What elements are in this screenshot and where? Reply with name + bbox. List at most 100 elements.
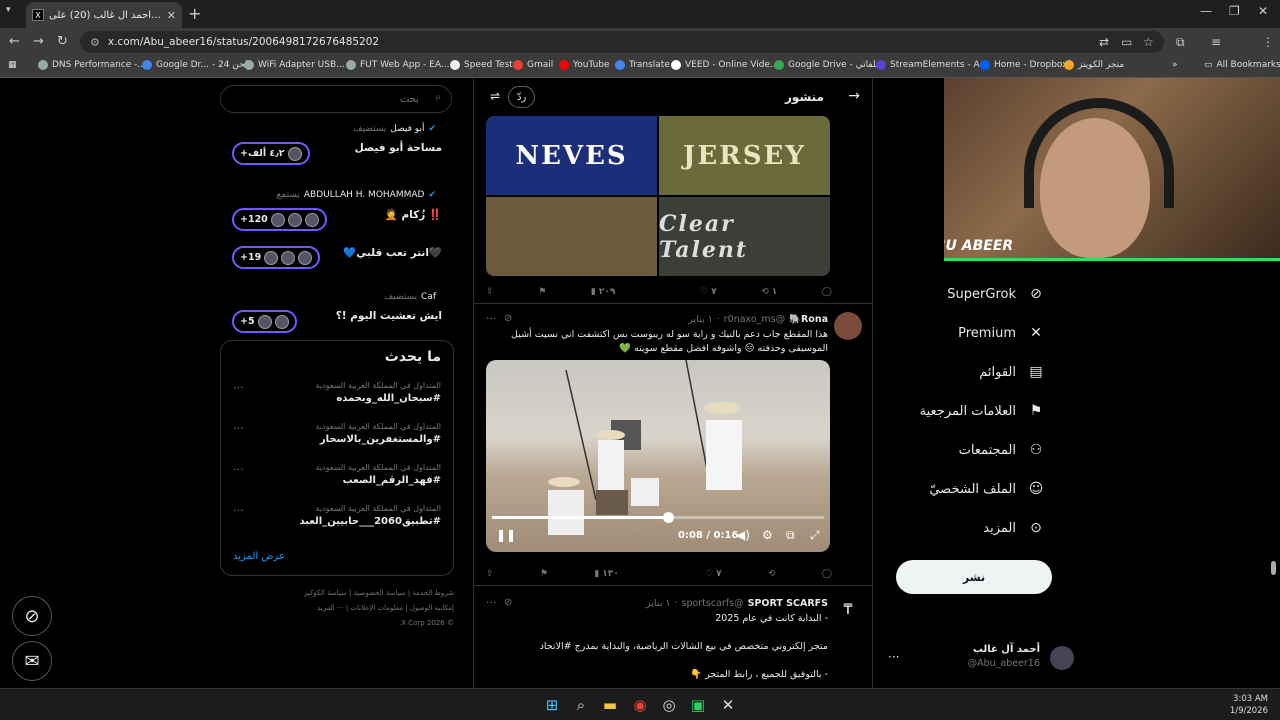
bookmark-item[interactable]: StreamElements - A... <box>876 60 988 70</box>
video-progress[interactable] <box>492 516 824 519</box>
avatar[interactable]: ₸ <box>834 596 862 624</box>
capcut-icon[interactable]: ✕ <box>718 695 738 715</box>
author-handle[interactable]: @sportscarfs <box>682 598 744 609</box>
share-icon[interactable]: ⇪ <box>486 569 494 579</box>
browser-menu-icon[interactable]: ⋮ <box>1262 35 1274 49</box>
video-scrubber[interactable] <box>662 512 674 523</box>
trend-item[interactable]: المتداول في المملكة العربية السعودية #فه… <box>221 463 453 503</box>
space-card[interactable]: ✔ أبو فيصل يستضيف مساحة أبو فيصل +٤٫٢ ألف <box>220 118 454 182</box>
more-icon[interactable]: ··· <box>233 422 244 435</box>
search-input[interactable] <box>229 91 419 107</box>
media-image[interactable]: JERSEY <box>659 116 830 195</box>
grok-icon[interactable]: ⊘ <box>504 313 512 324</box>
tab-close-icon[interactable]: ✕ <box>167 9 176 22</box>
nav-premium[interactable]: ✕ Premium <box>958 319 1046 347</box>
more-icon[interactable]: ··· <box>486 596 497 609</box>
nav-more[interactable]: ⊙ المزيد <box>983 514 1046 542</box>
nav-supergrok[interactable]: ⊘ SuperGrok <box>947 280 1046 308</box>
trend-item[interactable]: المتداول في المملكة العربية السعودية #سب… <box>221 381 453 421</box>
file-explorer-icon[interactable]: ▬ <box>600 695 620 715</box>
account-switcher[interactable]: أحمد آل غالب @Abu_abeer16 ··· <box>888 638 1074 678</box>
bookmark-icon[interactable]: ⚑ <box>538 287 546 297</box>
system-clock[interactable]: 3:03 AM 1/9/2026 <box>1230 693 1268 717</box>
bookmarks-overflow-icon[interactable]: » <box>1172 60 1178 70</box>
space-listeners[interactable]: +19 <box>232 246 321 269</box>
nav-communities[interactable]: ⚇ المجتمعات <box>959 436 1046 464</box>
more-icon[interactable]: ··· <box>233 504 244 517</box>
close-window-icon[interactable]: ✕ <box>1258 4 1268 18</box>
minimize-icon[interactable]: — <box>1200 4 1212 18</box>
bookmark-icon[interactable]: ⚑ <box>540 569 548 579</box>
windows-start-icon[interactable]: ⊞ <box>542 695 562 715</box>
bookmark-item[interactable]: WiFi Adapter USB... <box>244 60 345 70</box>
messages-icon[interactable]: ✉ <box>12 641 52 681</box>
media-icon[interactable]: ≡ <box>1211 35 1221 49</box>
site-info-icon[interactable]: ⚙ <box>90 36 100 49</box>
post-date[interactable]: ١ يناير <box>688 314 712 325</box>
new-tab-icon[interactable]: + <box>188 4 201 23</box>
chrome-icon[interactable]: ◉ <box>630 695 650 715</box>
grok-icon[interactable]: ⊘ <box>12 596 52 636</box>
reply-post[interactable]: Rona🐘 @r0naxo_ms · ١ يناير ··· ⊘ هذا الم… <box>474 304 872 579</box>
views-stat[interactable]: ▮ ٢٠٩ <box>591 287 615 297</box>
nav-lists[interactable]: ▤ القوائم <box>979 358 1046 386</box>
share-icon[interactable]: ⇪ <box>486 287 494 297</box>
author-handle[interactable]: @r0naxo_ms <box>724 314 785 325</box>
like-stat[interactable]: ♡ ٧ <box>705 569 722 579</box>
reply-post[interactable]: ₸ SPORT SCARFS @sportscarfs · ١ يناير ··… <box>474 588 872 688</box>
post-button[interactable]: نشر <box>896 560 1052 594</box>
bookmark-item[interactable]: Home - Dropbox <box>980 60 1067 70</box>
settings-icon[interactable]: ⚙ <box>762 528 773 542</box>
space-listeners[interactable]: +5 <box>232 310 297 333</box>
reply-icon[interactable]: ◯ <box>822 287 832 297</box>
bookmark-item[interactable]: Translate <box>615 60 670 70</box>
author-name[interactable]: SPORT SCARFS <box>748 598 828 609</box>
bookmark-item[interactable]: متجر الكويتز <box>1064 60 1124 70</box>
volume-icon[interactable]: ◀) <box>736 528 750 542</box>
search-icon[interactable]: ⌕ <box>571 695 591 715</box>
media-image[interactable] <box>486 197 657 276</box>
post-date[interactable]: ١ يناير <box>646 598 670 609</box>
space-listeners[interactable]: +٤٫٢ ألف <box>232 142 310 165</box>
repost-icon[interactable]: ⟲ <box>768 569 776 579</box>
pip-icon[interactable]: ⧉ <box>786 528 795 543</box>
bookmark-item[interactable]: VEED - Online Vide... <box>671 60 779 70</box>
video-player[interactable]: ❚❚ 0:08 / 0:16 ◀) ⚙ ⧉ ⤢ <box>486 360 830 552</box>
cast-icon[interactable]: ▭ <box>1121 35 1132 49</box>
bookmark-item[interactable]: Gmail <box>513 60 553 70</box>
fullscreen-icon[interactable]: ⤢ <box>810 528 820 543</box>
author-name[interactable]: Rona🐘 <box>789 314 828 325</box>
all-bookmarks[interactable]: ▭ All Bookmarks <box>1204 60 1280 70</box>
show-more-link[interactable]: عرض المزيد <box>233 551 285 562</box>
apps-icon[interactable]: ▦ <box>8 60 17 70</box>
media-image[interactable]: NEVES <box>486 116 657 195</box>
back-icon[interactable]: ← <box>9 34 20 49</box>
back-arrow-icon[interactable]: → <box>848 88 860 104</box>
grok-icon[interactable]: ⊘ <box>504 597 512 608</box>
extensions-icon[interactable]: ⧉ <box>1176 35 1185 50</box>
address-bar[interactable]: ⚙ x.com/Abu_abeer16/status/2006498172676… <box>80 31 1164 53</box>
bookmark-item[interactable]: Google Dr... - طحن 24 <box>142 60 252 70</box>
tab-search-icon[interactable]: ▾ <box>6 5 11 15</box>
repost-stat[interactable]: ⟲ ١ <box>761 287 777 297</box>
avatar[interactable] <box>834 312 862 340</box>
bookmark-item[interactable]: YouTube <box>559 60 610 70</box>
browser-tab[interactable]: X أحمد آل غالب (20) على X: "ا... ✕ <box>26 2 182 28</box>
reply-icon[interactable]: ◯ <box>822 569 832 579</box>
bookmark-item[interactable]: FUT Web App - EA... <box>346 60 449 70</box>
filter-icon[interactable]: ⇌ <box>490 89 500 103</box>
obs-icon[interactable]: ◎ <box>659 695 679 715</box>
views-stat[interactable]: ▮ ١٣٠ <box>594 569 618 579</box>
nav-profile[interactable]: ☺ الملف الشخصيّ <box>929 475 1046 503</box>
reply-button[interactable]: ردّ <box>508 86 536 108</box>
nav-bookmarks[interactable]: ⚑ العلامات المرجعية <box>920 397 1046 425</box>
more-icon[interactable]: ··· <box>233 463 244 476</box>
maximize-icon[interactable]: ❐ <box>1229 4 1240 18</box>
more-icon[interactable]: ··· <box>233 381 244 394</box>
translate-icon[interactable]: ⇄ <box>1099 35 1109 49</box>
bookmark-item[interactable]: Speed Test <box>450 60 513 70</box>
whatsapp-icon[interactable]: ▣ <box>688 695 708 715</box>
space-card[interactable]: 🖤انتر تعب قلبي💙 +19 <box>220 246 454 284</box>
trend-item[interactable]: المتداول في المملكة العربية السعودية #تط… <box>221 504 453 544</box>
forward-icon[interactable]: → <box>33 34 44 49</box>
